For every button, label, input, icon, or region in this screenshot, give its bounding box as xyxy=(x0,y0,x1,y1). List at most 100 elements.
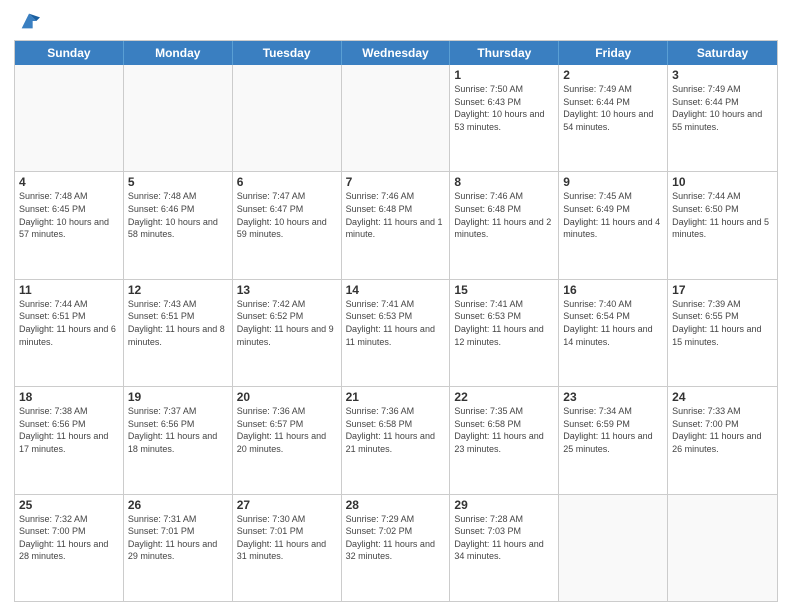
day-info: Sunrise: 7:31 AM Sunset: 7:01 PM Dayligh… xyxy=(128,513,228,563)
day-number: 11 xyxy=(19,283,119,297)
calendar-cell: 19Sunrise: 7:37 AM Sunset: 6:56 PM Dayli… xyxy=(124,387,233,493)
day-number: 4 xyxy=(19,175,119,189)
calendar-cell: 7Sunrise: 7:46 AM Sunset: 6:48 PM Daylig… xyxy=(342,172,451,278)
day-number: 27 xyxy=(237,498,337,512)
weekday-header-thursday: Thursday xyxy=(450,41,559,65)
calendar-cell: 24Sunrise: 7:33 AM Sunset: 7:00 PM Dayli… xyxy=(668,387,777,493)
calendar-cell: 23Sunrise: 7:34 AM Sunset: 6:59 PM Dayli… xyxy=(559,387,668,493)
day-number: 29 xyxy=(454,498,554,512)
calendar-cell: 12Sunrise: 7:43 AM Sunset: 6:51 PM Dayli… xyxy=(124,280,233,386)
calendar-cell xyxy=(559,495,668,601)
calendar-cell xyxy=(15,65,124,171)
day-info: Sunrise: 7:44 AM Sunset: 6:50 PM Dayligh… xyxy=(672,190,773,240)
day-number: 15 xyxy=(454,283,554,297)
day-info: Sunrise: 7:38 AM Sunset: 6:56 PM Dayligh… xyxy=(19,405,119,455)
calendar-cell: 26Sunrise: 7:31 AM Sunset: 7:01 PM Dayli… xyxy=(124,495,233,601)
weekday-header-tuesday: Tuesday xyxy=(233,41,342,65)
calendar-cell: 29Sunrise: 7:28 AM Sunset: 7:03 PM Dayli… xyxy=(450,495,559,601)
calendar-row-1: 4Sunrise: 7:48 AM Sunset: 6:45 PM Daylig… xyxy=(15,171,777,278)
day-info: Sunrise: 7:39 AM Sunset: 6:55 PM Dayligh… xyxy=(672,298,773,348)
calendar-cell xyxy=(342,65,451,171)
day-number: 2 xyxy=(563,68,663,82)
day-info: Sunrise: 7:45 AM Sunset: 6:49 PM Dayligh… xyxy=(563,190,663,240)
logo xyxy=(14,10,40,32)
day-number: 13 xyxy=(237,283,337,297)
day-number: 23 xyxy=(563,390,663,404)
calendar-cell: 2Sunrise: 7:49 AM Sunset: 6:44 PM Daylig… xyxy=(559,65,668,171)
calendar-row-3: 18Sunrise: 7:38 AM Sunset: 6:56 PM Dayli… xyxy=(15,386,777,493)
day-info: Sunrise: 7:50 AM Sunset: 6:43 PM Dayligh… xyxy=(454,83,554,133)
day-info: Sunrise: 7:49 AM Sunset: 6:44 PM Dayligh… xyxy=(563,83,663,133)
day-info: Sunrise: 7:28 AM Sunset: 7:03 PM Dayligh… xyxy=(454,513,554,563)
weekday-header-saturday: Saturday xyxy=(668,41,777,65)
calendar: SundayMondayTuesdayWednesdayThursdayFrid… xyxy=(14,40,778,602)
calendar-cell: 10Sunrise: 7:44 AM Sunset: 6:50 PM Dayli… xyxy=(668,172,777,278)
calendar-cell xyxy=(668,495,777,601)
weekday-header-monday: Monday xyxy=(124,41,233,65)
day-number: 18 xyxy=(19,390,119,404)
logo-icon xyxy=(18,10,40,32)
calendar-row-4: 25Sunrise: 7:32 AM Sunset: 7:00 PM Dayli… xyxy=(15,494,777,601)
day-info: Sunrise: 7:29 AM Sunset: 7:02 PM Dayligh… xyxy=(346,513,446,563)
calendar-row-2: 11Sunrise: 7:44 AM Sunset: 6:51 PM Dayli… xyxy=(15,279,777,386)
day-info: Sunrise: 7:48 AM Sunset: 6:45 PM Dayligh… xyxy=(19,190,119,240)
header xyxy=(14,10,778,32)
day-info: Sunrise: 7:36 AM Sunset: 6:57 PM Dayligh… xyxy=(237,405,337,455)
calendar-cell: 15Sunrise: 7:41 AM Sunset: 6:53 PM Dayli… xyxy=(450,280,559,386)
weekday-header-wednesday: Wednesday xyxy=(342,41,451,65)
day-number: 14 xyxy=(346,283,446,297)
calendar-body: 1Sunrise: 7:50 AM Sunset: 6:43 PM Daylig… xyxy=(15,65,777,601)
calendar-cell: 4Sunrise: 7:48 AM Sunset: 6:45 PM Daylig… xyxy=(15,172,124,278)
day-number: 3 xyxy=(672,68,773,82)
day-info: Sunrise: 7:46 AM Sunset: 6:48 PM Dayligh… xyxy=(346,190,446,240)
day-info: Sunrise: 7:41 AM Sunset: 6:53 PM Dayligh… xyxy=(454,298,554,348)
day-info: Sunrise: 7:48 AM Sunset: 6:46 PM Dayligh… xyxy=(128,190,228,240)
day-number: 12 xyxy=(128,283,228,297)
day-info: Sunrise: 7:36 AM Sunset: 6:58 PM Dayligh… xyxy=(346,405,446,455)
day-number: 21 xyxy=(346,390,446,404)
calendar-cell: 27Sunrise: 7:30 AM Sunset: 7:01 PM Dayli… xyxy=(233,495,342,601)
day-info: Sunrise: 7:43 AM Sunset: 6:51 PM Dayligh… xyxy=(128,298,228,348)
weekday-header-sunday: Sunday xyxy=(15,41,124,65)
day-info: Sunrise: 7:30 AM Sunset: 7:01 PM Dayligh… xyxy=(237,513,337,563)
day-info: Sunrise: 7:32 AM Sunset: 7:00 PM Dayligh… xyxy=(19,513,119,563)
day-number: 10 xyxy=(672,175,773,189)
calendar-cell: 6Sunrise: 7:47 AM Sunset: 6:47 PM Daylig… xyxy=(233,172,342,278)
day-number: 8 xyxy=(454,175,554,189)
calendar-cell xyxy=(124,65,233,171)
calendar-cell: 8Sunrise: 7:46 AM Sunset: 6:48 PM Daylig… xyxy=(450,172,559,278)
calendar-cell: 13Sunrise: 7:42 AM Sunset: 6:52 PM Dayli… xyxy=(233,280,342,386)
day-number: 22 xyxy=(454,390,554,404)
day-info: Sunrise: 7:42 AM Sunset: 6:52 PM Dayligh… xyxy=(237,298,337,348)
day-info: Sunrise: 7:37 AM Sunset: 6:56 PM Dayligh… xyxy=(128,405,228,455)
calendar-cell: 11Sunrise: 7:44 AM Sunset: 6:51 PM Dayli… xyxy=(15,280,124,386)
day-number: 7 xyxy=(346,175,446,189)
calendar-cell xyxy=(233,65,342,171)
day-number: 26 xyxy=(128,498,228,512)
calendar-row-0: 1Sunrise: 7:50 AM Sunset: 6:43 PM Daylig… xyxy=(15,65,777,171)
day-info: Sunrise: 7:46 AM Sunset: 6:48 PM Dayligh… xyxy=(454,190,554,240)
page: SundayMondayTuesdayWednesdayThursdayFrid… xyxy=(0,0,792,612)
day-info: Sunrise: 7:49 AM Sunset: 6:44 PM Dayligh… xyxy=(672,83,773,133)
day-number: 5 xyxy=(128,175,228,189)
calendar-cell: 14Sunrise: 7:41 AM Sunset: 6:53 PM Dayli… xyxy=(342,280,451,386)
calendar-cell: 3Sunrise: 7:49 AM Sunset: 6:44 PM Daylig… xyxy=(668,65,777,171)
day-info: Sunrise: 7:47 AM Sunset: 6:47 PM Dayligh… xyxy=(237,190,337,240)
day-number: 17 xyxy=(672,283,773,297)
day-number: 28 xyxy=(346,498,446,512)
calendar-cell: 16Sunrise: 7:40 AM Sunset: 6:54 PM Dayli… xyxy=(559,280,668,386)
calendar-cell: 9Sunrise: 7:45 AM Sunset: 6:49 PM Daylig… xyxy=(559,172,668,278)
day-number: 16 xyxy=(563,283,663,297)
day-number: 6 xyxy=(237,175,337,189)
calendar-cell: 5Sunrise: 7:48 AM Sunset: 6:46 PM Daylig… xyxy=(124,172,233,278)
calendar-header: SundayMondayTuesdayWednesdayThursdayFrid… xyxy=(15,41,777,65)
calendar-cell: 20Sunrise: 7:36 AM Sunset: 6:57 PM Dayli… xyxy=(233,387,342,493)
day-info: Sunrise: 7:34 AM Sunset: 6:59 PM Dayligh… xyxy=(563,405,663,455)
weekday-header-friday: Friday xyxy=(559,41,668,65)
calendar-cell: 25Sunrise: 7:32 AM Sunset: 7:00 PM Dayli… xyxy=(15,495,124,601)
day-number: 20 xyxy=(237,390,337,404)
day-info: Sunrise: 7:35 AM Sunset: 6:58 PM Dayligh… xyxy=(454,405,554,455)
day-info: Sunrise: 7:44 AM Sunset: 6:51 PM Dayligh… xyxy=(19,298,119,348)
calendar-cell: 28Sunrise: 7:29 AM Sunset: 7:02 PM Dayli… xyxy=(342,495,451,601)
day-info: Sunrise: 7:33 AM Sunset: 7:00 PM Dayligh… xyxy=(672,405,773,455)
